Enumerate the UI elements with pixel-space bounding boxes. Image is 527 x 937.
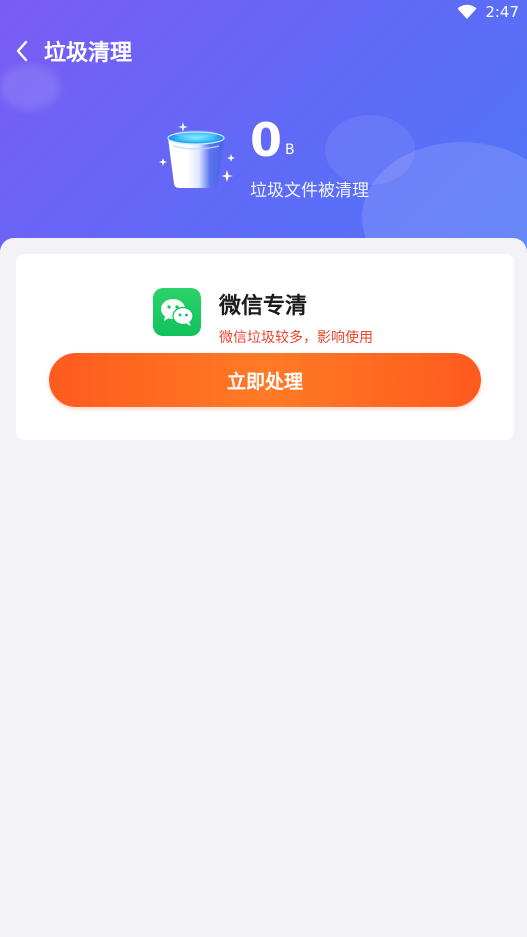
status-bar: 2:47 [457, 0, 519, 24]
back-button[interactable] [2, 30, 42, 72]
trash-bin-icon [159, 122, 235, 188]
top-bar: 垃圾清理 [0, 30, 527, 72]
cleaned-size-unit: B [285, 142, 295, 158]
wechat-icon [153, 288, 201, 336]
cleaned-size-value: 0 [250, 113, 283, 167]
warning-text: 微信垃圾较多，影响使用 [219, 330, 373, 346]
wechat-logo-glyph [161, 299, 194, 326]
cleaned-size: 0 B [250, 116, 295, 164]
process-now-button[interactable]: 立即处理 [49, 353, 481, 407]
wechat-clean-card: 微信专清 微信垃圾较多，影响使用 立即处理 [16, 254, 514, 440]
status-time: 2:47 [485, 3, 519, 21]
wifi-icon [457, 4, 477, 19]
decor-blob [325, 115, 415, 185]
app-name: 微信专清 [219, 294, 308, 319]
page-title: 垃圾清理 [44, 41, 133, 66]
cleaned-subtitle: 垃圾文件被清理 [250, 181, 369, 201]
chevron-left-icon [16, 40, 28, 62]
header-banner: 2:47 垃圾清理 0 B 垃圾文件被清理 [0, 0, 527, 270]
